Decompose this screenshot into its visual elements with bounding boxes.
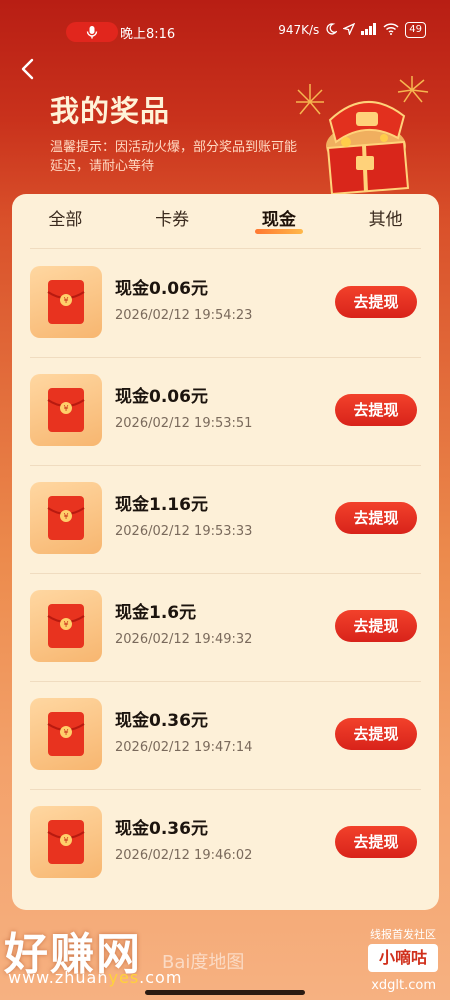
svg-text:¥: ¥ [63,296,68,305]
withdraw-button[interactable]: 去提现 [335,502,417,534]
watermark-brand: 小嘀咕 [368,944,438,972]
tab-cash[interactable]: 现金 [226,194,333,246]
list-item: ¥ 现金1.6元 2026/02/12 19:49:32 去提现 [12,574,439,682]
withdraw-button[interactable]: 去提现 [335,610,417,642]
list-item: ¥ 现金1.16元 2026/02/12 19:53:33 去提现 [12,466,439,574]
watermark-url: www.zhuanyes.com [8,968,183,987]
page-title: 我的奖品 [50,94,171,128]
prize-time: 2026/02/12 19:53:33 [115,524,253,539]
svg-text:¥: ¥ [63,836,68,845]
watermark-slogan: 线报首发社区 [370,928,436,941]
red-envelope-icon: ¥ [30,482,102,554]
prize-list: ¥ 现金0.06元 2026/02/12 19:54:23 去提现 ¥ 现金0.… [12,250,439,898]
list-item: ¥ 现金0.06元 2026/02/12 19:53:51 去提现 [12,358,439,466]
prize-amount: 现金1.6元 [115,603,197,623]
prize-amount: 现金0.06元 [115,279,208,299]
red-envelope-icon: ¥ [30,698,102,770]
prize-card: 全部 卡券 现金 其他 ¥ 现金0.06元 2026/02/12 19:54:2… [12,194,439,910]
watermark-brand-url: xdglt.com [371,978,436,993]
status-time: 晚上8:16 [120,27,176,42]
prize-amount: 现金0.36元 [115,819,208,839]
status-right: 947K/s 49 [278,22,426,38]
list-item: ¥ 现金0.36元 2026/02/12 19:46:02 去提现 [12,790,439,898]
tip-text: 温馨提示：因活动火爆，部分奖品到账可能延迟，请耐心等待 [50,140,298,174]
tab-all[interactable]: 全部 [12,194,119,246]
prize-time: 2026/02/12 19:54:23 [115,308,253,323]
home-indicator[interactable] [145,990,305,995]
tab-bar: 全部 卡券 现金 其他 [12,194,439,246]
red-envelope-icon: ¥ [30,590,102,662]
status-bar: 晚上8:16 947K/s 49 [0,0,450,64]
moon-icon [325,22,339,38]
red-envelope-icon: ¥ [30,266,102,338]
list-item: ¥ 现金0.06元 2026/02/12 19:54:23 去提现 [12,250,439,358]
mic-icon[interactable] [66,22,118,42]
signal-icon [361,22,377,38]
tabs-divider [30,248,421,249]
list-item: ¥ 现金0.36元 2026/02/12 19:47:14 去提现 [12,682,439,790]
prize-amount: 现金1.16元 [115,495,208,515]
prize-amount: 现金0.06元 [115,387,208,407]
svg-text:¥: ¥ [63,728,68,737]
location-icon [342,22,356,38]
withdraw-button[interactable]: 去提现 [335,718,417,750]
back-button[interactable] [14,54,42,84]
withdraw-button[interactable]: 去提现 [335,286,417,318]
prize-time: 2026/02/12 19:47:14 [115,740,253,755]
prize-time: 2026/02/12 19:49:32 [115,632,253,647]
chevron-left-icon [21,58,34,80]
withdraw-button[interactable]: 去提现 [335,394,417,426]
prize-amount: 现金0.36元 [115,711,208,731]
red-envelope-icon: ¥ [30,806,102,878]
withdraw-button[interactable]: 去提现 [335,826,417,858]
svg-text:¥: ¥ [63,404,68,413]
wifi-icon [383,22,399,38]
treasure-chest-icon [294,76,434,198]
tab-coupons[interactable]: 卡券 [119,194,226,246]
network-speed: 947K/s [278,23,320,37]
prize-time: 2026/02/12 19:53:51 [115,416,253,431]
watermark-baidu: Bai度地图 [162,952,245,973]
battery-icon: 49 [405,22,426,38]
svg-text:¥: ¥ [63,620,68,629]
svg-text:¥: ¥ [63,512,68,521]
prize-time: 2026/02/12 19:46:02 [115,848,253,863]
tab-other[interactable]: 其他 [332,194,439,246]
red-envelope-icon: ¥ [30,374,102,446]
